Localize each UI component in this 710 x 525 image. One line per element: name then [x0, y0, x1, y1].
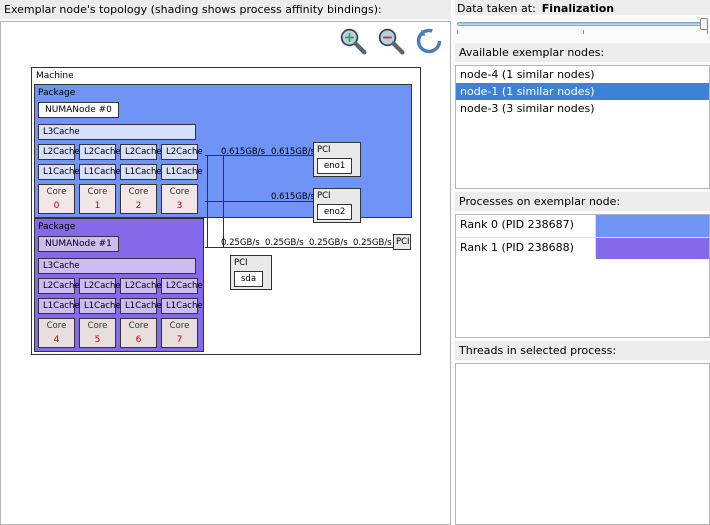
threads-listbox[interactable] — [455, 363, 710, 525]
package-1-title: Package — [38, 222, 200, 232]
nodes-listbox[interactable]: node-4 (1 similar nodes) node-1 (1 simil… — [455, 65, 710, 189]
l2cache: L2Cache — [38, 144, 75, 160]
proc-row-0[interactable]: Rank 0 (PID 238687) — [456, 215, 709, 237]
data-taken-value: Finalization — [542, 2, 614, 15]
l1cache: L1Cache — [120, 298, 157, 314]
package-0: Package NUMANode #0 L3Cache L2Cache L2Ca… — [34, 84, 412, 218]
l1cache: L1Cache — [120, 164, 157, 180]
core-5: Core5 — [79, 318, 116, 348]
core-6: Core6 — [120, 318, 157, 348]
bandwidth-label: 0.25GB/s — [309, 238, 348, 248]
data-taken-label: Data taken at: — [457, 2, 536, 15]
l2cache: L2Cache — [79, 278, 116, 294]
bandwidth-label: 0.615GB/s — [221, 147, 265, 157]
procs-table[interactable]: Rank 0 (PID 238687) Rank 1 (PID 238688) — [455, 214, 710, 338]
nodes-header: Available exemplar nodes: — [455, 43, 710, 62]
procs-header: Processes on exemplar node: — [455, 192, 710, 211]
l3cache-0: L3Cache — [38, 124, 196, 140]
node-item-0[interactable]: node-4 (1 similar nodes) — [456, 66, 709, 83]
package-1: Package NUMANode #1 L3Cache L2Cache L2Ca… — [34, 218, 204, 352]
topology-panel[interactable]: Machine Package NUMANode #0 L3Cache L2Ca… — [0, 21, 451, 525]
proc-row-1[interactable]: Rank 1 (PID 238688) — [456, 237, 709, 259]
machine-title: Machine — [34, 70, 418, 84]
proc-label-1: Rank 1 (PID 238688) — [456, 238, 596, 259]
bandwidth-label: 0.25GB/s — [221, 238, 260, 248]
l3cache-1: L3Cache — [38, 258, 196, 274]
l2cache: L2Cache — [120, 144, 157, 160]
numa-1: NUMANode #1 — [38, 236, 119, 252]
core-7: Core7 — [161, 318, 198, 348]
l1cache: L1Cache — [79, 298, 116, 314]
dev-eno2: eno2 — [317, 204, 352, 220]
bandwidth-label: 0.615GB/s — [271, 192, 315, 202]
l2cache: L2Cache — [79, 144, 116, 160]
l1cache: L1Cache — [38, 298, 75, 314]
core-4: Core4 — [38, 318, 75, 348]
core-3: Core3 — [161, 184, 198, 214]
core-0: Core0 — [38, 184, 75, 214]
data-taken-row: Data taken at: Finalization — [455, 0, 710, 15]
pci-sda: PCI sda — [230, 255, 272, 290]
dev-eno1: eno1 — [317, 158, 352, 174]
node-item-2[interactable]: node-3 (3 similar nodes) — [456, 100, 709, 117]
dev-sda: sda — [234, 271, 263, 287]
core-2: Core2 — [120, 184, 157, 214]
threads-header: Threads in selected process: — [455, 341, 710, 360]
pci-eno2: PCI eno2 — [313, 188, 361, 223]
slider-handle[interactable] — [700, 18, 708, 30]
l1cache: L1Cache — [79, 164, 116, 180]
core-1: Core1 — [79, 184, 116, 214]
zoom-out-button[interactable] — [376, 26, 406, 56]
proc-label-0: Rank 0 (PID 238687) — [456, 215, 596, 237]
l2cache: L2Cache — [38, 278, 75, 294]
bandwidth-label: 0.25GB/s — [265, 238, 304, 248]
pci-eno1: PCI eno1 — [313, 142, 361, 177]
numa-0: NUMANode #0 — [38, 102, 119, 118]
machine-box: Machine Package NUMANode #0 L3Cache L2Ca… — [31, 67, 421, 355]
l2cache: L2Cache — [120, 278, 157, 294]
bandwidth-label: 0.615GB/s — [271, 147, 315, 157]
topology-header: Exemplar node's topology (shading shows … — [0, 0, 451, 19]
bandwidth-label: 0.25GB/s — [353, 238, 392, 248]
time-slider[interactable] — [455, 18, 710, 40]
l1cache: L1Cache — [161, 164, 198, 180]
reset-view-button[interactable] — [414, 26, 444, 56]
zoom-in-button[interactable] — [338, 26, 368, 56]
l1cache: L1Cache — [38, 164, 75, 180]
l2cache: L2Cache — [161, 278, 198, 294]
node-item-1[interactable]: node-1 (1 similar nodes) — [456, 83, 709, 100]
pci-plain: PCI — [393, 234, 411, 250]
proc-swatch-0 — [596, 215, 709, 237]
l1cache: L1Cache — [161, 298, 198, 314]
proc-swatch-1 — [596, 238, 709, 259]
package-0-title: Package — [38, 88, 408, 98]
l2cache: L2Cache — [161, 144, 198, 160]
